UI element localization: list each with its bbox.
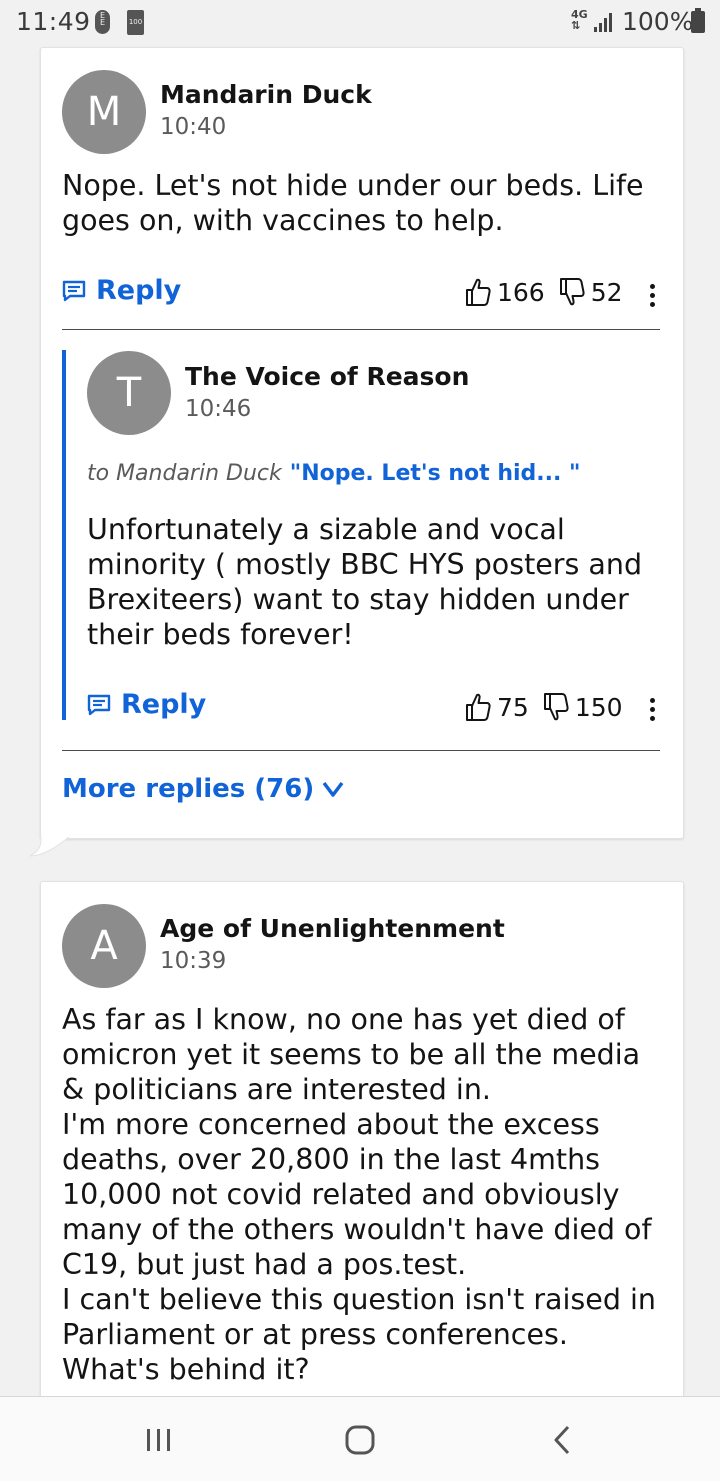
recent-apps-icon[interactable] <box>146 1429 172 1451</box>
quoted-comment-link[interactable]: "Nope. Let's not hid... " <box>290 461 581 486</box>
network-type-label: 4G <box>571 8 588 21</box>
avatar[interactable]: A <box>62 904 146 988</box>
network-type-icon: 4G ⇅ <box>571 8 588 32</box>
more-replies-label: More replies (76) <box>62 774 315 804</box>
like-count: 75 <box>497 692 529 722</box>
comment-author[interactable]: Mandarin Duck <box>160 80 372 109</box>
reply-body: Unfortunately a sizable and vocal minori… <box>87 513 643 651</box>
comment-paragraph: What's behind it? <box>62 1353 310 1386</box>
comment-card: A Age of Unenlightenment 10:39 As far as… <box>40 881 684 1413</box>
thumbs-up-icon[interactable] <box>465 277 491 307</box>
dislike-count: 150 <box>574 692 623 722</box>
more-options-icon[interactable] <box>650 284 656 308</box>
comment-time: 10:40 <box>160 114 227 140</box>
comment-author[interactable]: Age of Unenlightenment <box>160 914 505 943</box>
reply-to-label: to Mandarin Duck <box>87 461 282 486</box>
battery-percent: 100% <box>622 7 694 36</box>
comment-body: Nope. Let's not hide under our beds. Lif… <box>62 169 644 237</box>
thumbs-down-icon[interactable] <box>559 277 585 307</box>
more-options-icon[interactable] <box>650 698 656 722</box>
reply-to-line: to Mandarin Duck "Nope. Let's not hid... … <box>87 461 580 486</box>
divider <box>62 750 660 751</box>
comment-icon <box>87 694 111 715</box>
reply-button[interactable]: Reply <box>87 689 206 720</box>
thumbs-up-icon[interactable] <box>465 692 491 722</box>
reply-label: Reply <box>121 689 207 720</box>
thumbs-down-icon[interactable] <box>543 692 569 722</box>
reply-button[interactable]: Reply <box>62 275 181 306</box>
reply-label: Reply <box>96 275 182 306</box>
status-bar: 11:49 EE 100 4G ⇅ 100% <box>0 0 720 44</box>
comment-card: M Mandarin Duck 10:40 Nope. Let's not hi… <box>40 47 684 839</box>
chevron-down-icon <box>322 781 344 797</box>
ee-icon: EE <box>95 10 110 34</box>
reply-thread-line <box>62 350 66 720</box>
like-count: 166 <box>497 277 545 307</box>
avatar[interactable]: M <box>62 70 146 154</box>
comment-paragraph: As far as I know, no one has yet died of… <box>62 1003 641 1106</box>
status-time: 11:49 <box>16 7 91 36</box>
comment-paragraph: I can't believe this question isn't rais… <box>62 1283 656 1351</box>
speech-bubble-tail <box>29 822 69 857</box>
dislike-count: 52 <box>590 277 623 307</box>
vote-bar: 75 150 <box>465 692 637 722</box>
comment-icon <box>62 280 86 301</box>
reply-author[interactable]: The Voice of Reason <box>185 362 469 391</box>
avatar[interactable]: T <box>87 351 171 435</box>
signal-icon <box>594 13 612 32</box>
battery-icon <box>691 8 705 33</box>
comment-time: 10:39 <box>160 948 227 974</box>
comment-paragraph: I'm more concerned about the excess deat… <box>62 1108 652 1281</box>
reply-time: 10:46 <box>185 396 252 422</box>
back-icon[interactable] <box>552 1425 572 1455</box>
vote-bar: 166 52 <box>465 277 637 307</box>
divider <box>62 329 660 330</box>
home-icon[interactable] <box>345 1425 375 1455</box>
battery-saver-icon: 100 <box>127 10 144 35</box>
system-nav-bar <box>0 1396 720 1481</box>
more-replies-button[interactable]: More replies (76) <box>62 774 344 804</box>
comment-body: As far as I know, no one has yet died of… <box>62 1002 662 1387</box>
